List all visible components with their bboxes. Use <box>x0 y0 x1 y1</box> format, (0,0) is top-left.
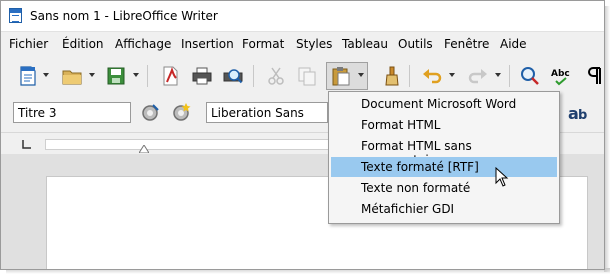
menu-fenetre[interactable]: Fenêtre <box>444 37 489 51</box>
paste-option-label: Format HTML <box>361 118 441 132</box>
menu-styles[interactable]: Styles <box>296 37 332 51</box>
paste-option-word[interactable]: Document Microsoft Word <box>331 94 557 114</box>
svg-text:Abc: Abc <box>551 69 570 79</box>
title-bar: Sans nom 1 - LibreOffice Writer <box>1 1 604 32</box>
font-size-icon[interactable]: a b <box>567 102 589 124</box>
toolbar-separator <box>147 65 148 87</box>
menu-fichier[interactable]: Fichier <box>9 37 48 51</box>
paste-option-label: Métafichier GDI <box>361 202 455 216</box>
menu-bar: Fichier Édition Affichage Insertion Form… <box>1 32 604 56</box>
spellcheck-icon[interactable]: Abc <box>550 65 572 87</box>
window-title: Sans nom 1 - LibreOffice Writer <box>30 9 218 23</box>
mouse-pointer-icon <box>495 167 509 187</box>
writer-app-icon <box>9 8 22 23</box>
paste-option-html-no-comments[interactable]: Format HTML sans commentaires <box>331 136 557 167</box>
menu-format[interactable]: Format <box>242 37 284 51</box>
menu-aide[interactable]: Aide <box>500 37 527 51</box>
export-pdf-icon[interactable] <box>159 65 181 87</box>
paste-icon[interactable] <box>330 65 352 87</box>
toolbar-separator <box>509 65 510 87</box>
paragraph-style-value: Titre 3 <box>18 106 57 120</box>
copy-icon[interactable] <box>296 65 318 87</box>
new-document-dropdown-arrow[interactable] <box>43 73 49 77</box>
print-icon[interactable] <box>191 65 213 87</box>
open-folder-icon[interactable] <box>61 65 83 87</box>
find-replace-icon[interactable] <box>519 65 541 87</box>
menu-insertion[interactable]: Insertion <box>181 37 234 51</box>
svg-text:b: b <box>578 108 587 123</box>
print-preview-icon[interactable] <box>222 65 244 87</box>
undo-dropdown-arrow[interactable] <box>449 73 455 77</box>
font-name-combo[interactable]: Liberation Sans <box>206 102 328 123</box>
menu-outils[interactable]: Outils <box>398 37 433 51</box>
paste-option-unformatted[interactable]: Texte non formaté <box>331 178 557 198</box>
save-dropdown-arrow[interactable] <box>133 73 139 77</box>
cut-icon[interactable] <box>265 65 287 87</box>
paste-option-gdi-metafile[interactable]: Métafichier GDI <box>331 199 557 219</box>
paste-option-label: Texte non formaté <box>361 181 471 195</box>
menu-affichage[interactable]: Affichage <box>115 37 171 51</box>
paste-dropdown-arrow[interactable] <box>358 73 364 77</box>
paste-special-dropdown: Document Microsoft Word Format HTML Form… <box>328 91 560 224</box>
ruler-strip <box>45 139 365 150</box>
font-name-value: Liberation Sans <box>211 106 304 120</box>
undo-icon[interactable] <box>421 65 443 87</box>
update-style-icon[interactable] <box>139 102 161 124</box>
toolbar-separator <box>409 65 410 87</box>
clone-formatting-icon[interactable] <box>381 65 403 87</box>
formatting-marks-icon[interactable] <box>583 65 605 87</box>
menu-tableau[interactable]: Tableau <box>342 37 388 51</box>
standard-toolbar: Abc <box>1 57 604 92</box>
new-document-icon[interactable] <box>17 65 39 87</box>
paste-option-label: Document Microsoft Word <box>361 97 517 111</box>
paste-option-rtf[interactable]: Texte formaté [RTF] <box>331 157 557 177</box>
toolbar-separator <box>253 65 254 87</box>
indent-marker-icon[interactable] <box>139 145 149 153</box>
tab-stop-icon[interactable] <box>21 138 33 150</box>
paste-option-html[interactable]: Format HTML <box>331 115 557 135</box>
redo-dropdown-arrow <box>495 73 501 77</box>
writer-window: Sans nom 1 - LibreOffice Writer Fichier … <box>0 0 605 270</box>
redo-icon[interactable] <box>467 65 489 87</box>
open-dropdown-arrow[interactable] <box>89 73 95 77</box>
menu-edition[interactable]: Édition <box>62 37 104 51</box>
save-icon[interactable] <box>105 65 127 87</box>
paste-option-label: Texte formaté [RTF] <box>361 160 479 174</box>
paragraph-style-combo[interactable]: Titre 3 <box>13 102 131 123</box>
new-style-icon[interactable] <box>170 102 192 124</box>
